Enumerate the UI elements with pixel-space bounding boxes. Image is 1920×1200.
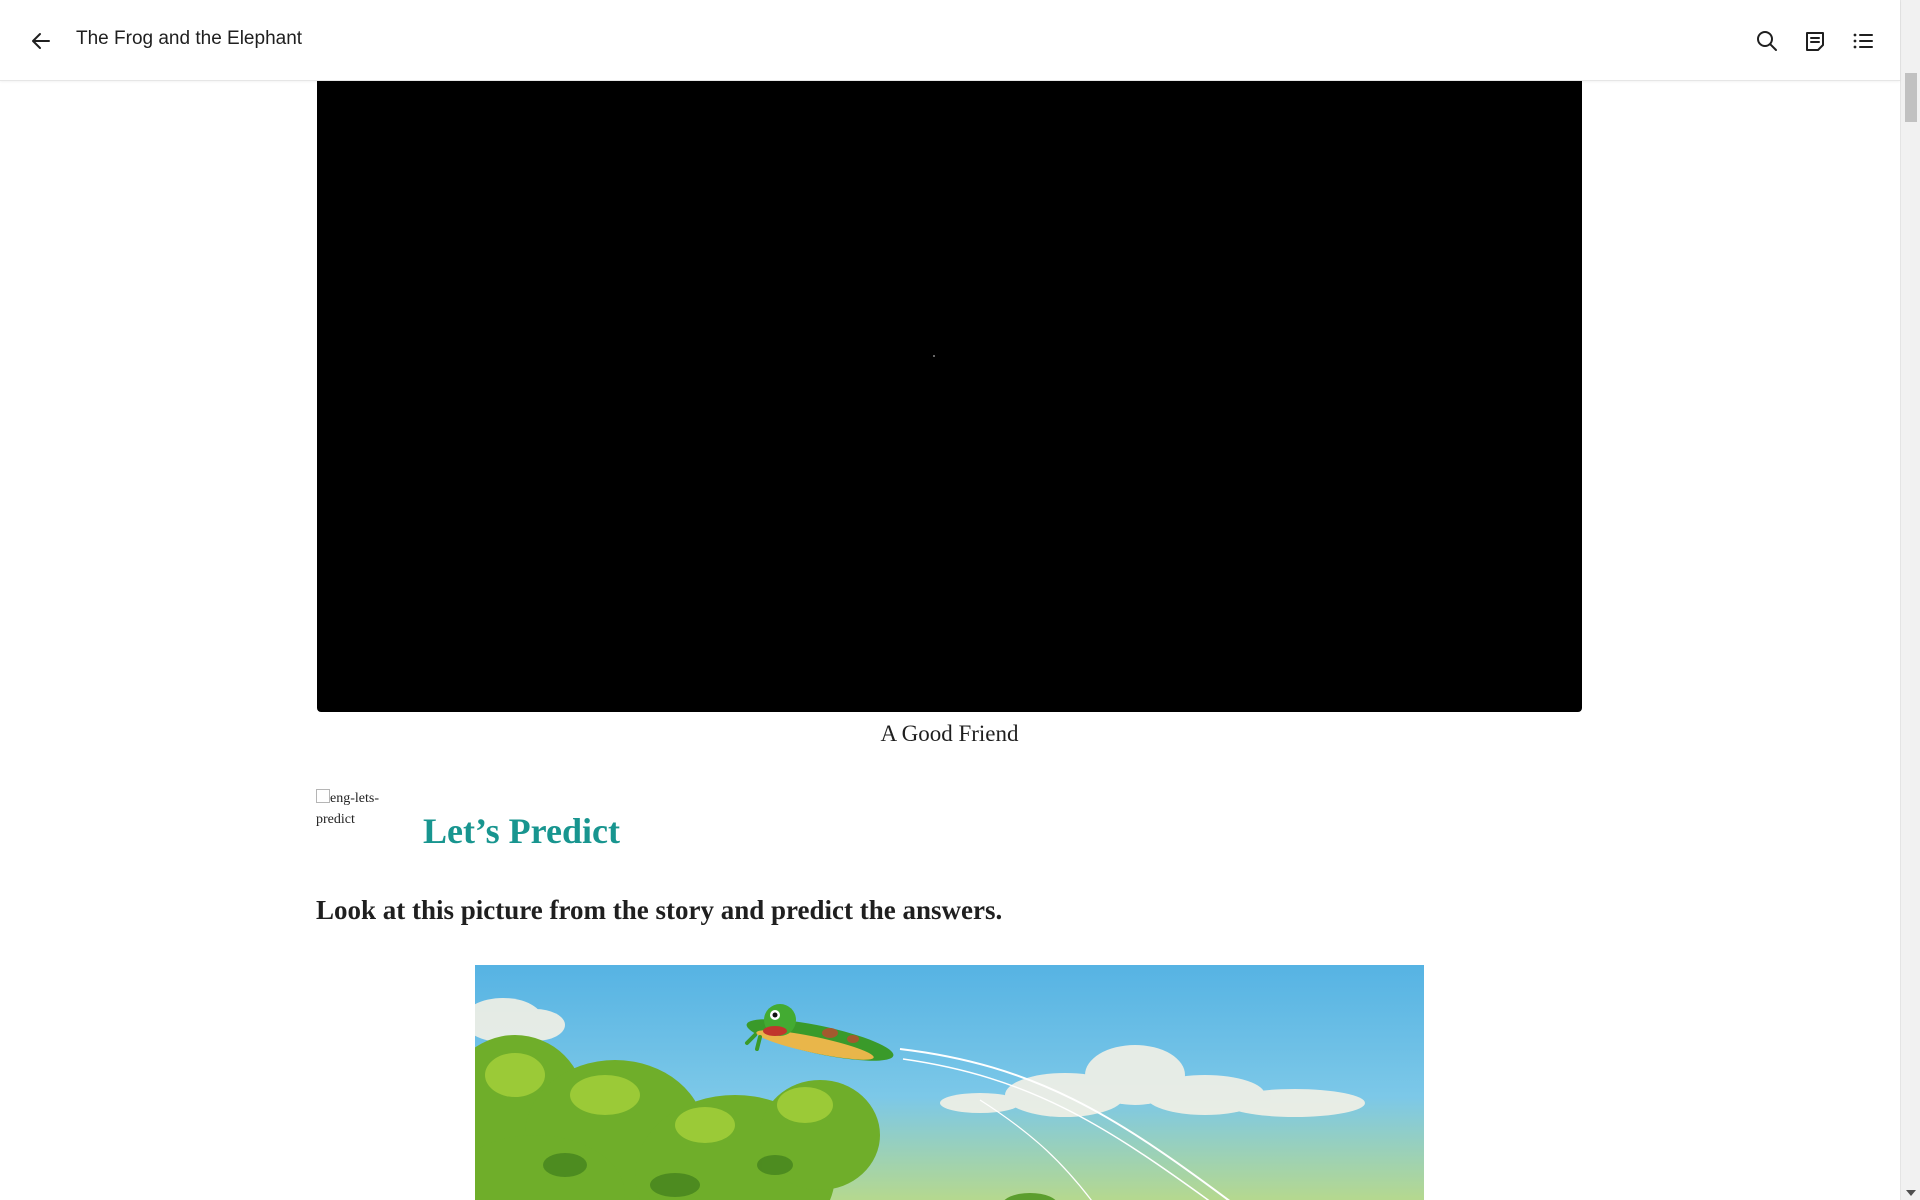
- back-arrow-icon: [32, 33, 50, 49]
- instruction-text: Look at this picture from the story and …: [316, 895, 1003, 925]
- video-loading-dot: [933, 355, 935, 357]
- top-bar: The Frog and the Elephant: [0, 0, 1900, 81]
- scrollbar-thumb[interactable]: [1905, 73, 1917, 122]
- search-button[interactable]: [1750, 24, 1784, 58]
- book-title: The Frog and the Elephant: [76, 28, 303, 49]
- table-of-contents-icon: [1853, 33, 1873, 49]
- section-heading: Let’s Predict: [423, 811, 620, 851]
- reader-content: A Good Friend eng-lets-predict Let’s Pre…: [0, 80, 1900, 1200]
- scroll-down-arrow-icon[interactable]: [1906, 1190, 1916, 1196]
- table-of-contents-button[interactable]: [1846, 24, 1880, 58]
- broken-image-icon: [316, 789, 330, 803]
- story-illustration: [475, 965, 1424, 1200]
- frog-jump-illustration: [475, 965, 1424, 1200]
- video-caption: A Good Friend: [880, 721, 1019, 746]
- search-icon: [1757, 31, 1777, 51]
- back-button[interactable]: [26, 26, 56, 56]
- broken-image-placeholder: eng-lets-predict: [316, 788, 388, 830]
- video-player[interactable]: [317, 80, 1582, 712]
- notes-button[interactable]: [1798, 24, 1832, 58]
- vertical-scrollbar[interactable]: [1900, 0, 1920, 1200]
- notes-icon: [1806, 32, 1824, 51]
